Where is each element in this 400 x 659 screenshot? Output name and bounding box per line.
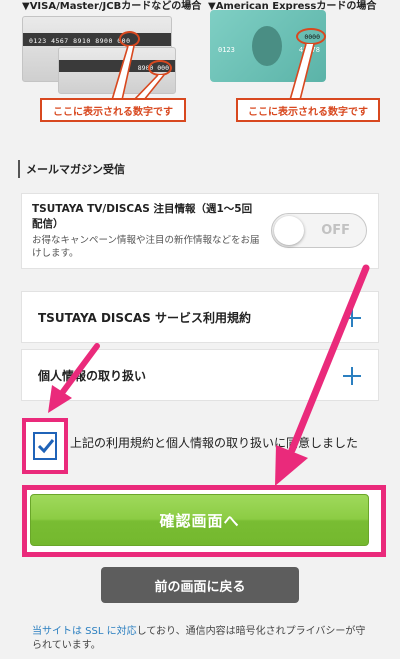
ssl-link[interactable]: 当サイトは SSL に対応 xyxy=(32,626,137,637)
amex-code-callout: ここに表示される数字です xyxy=(236,98,380,122)
plus-icon[interactable] xyxy=(343,309,361,327)
mail-magazine-heading: メールマガジン受信 xyxy=(18,160,125,178)
mail-magazine-description: お得なキャンペーン情報や注目の新作情報などをお届けします。 xyxy=(32,235,260,259)
arrow-head-confirm xyxy=(275,445,308,486)
agreement-checkbox-highlight xyxy=(22,418,68,474)
ssl-notice: 当サイトは SSL に対応しており、通信内容は暗号化されプライバシーが守られてい… xyxy=(32,625,372,653)
back-button[interactable]: 前の画面に戻る xyxy=(101,567,299,603)
toggle-knob xyxy=(274,216,304,245)
confirm-button[interactable]: 確認画面へ xyxy=(30,494,369,546)
mail-magazine-row: TSUTAYA TV/DISCAS 注目情報（週1〜5回配信） お得なキャンペー… xyxy=(21,193,379,269)
security-code-guide: ▼VISA/Master/JCBカードなどの場合 ▼American Expre… xyxy=(0,0,400,135)
checkmark-icon xyxy=(37,439,55,454)
agreement-checkbox[interactable] xyxy=(33,432,57,460)
privacy-accordion[interactable]: 個人情報の取り扱い xyxy=(21,349,379,401)
plus-icon[interactable] xyxy=(343,367,361,385)
privacy-accordion-label: 個人情報の取り扱い xyxy=(38,368,147,383)
mail-magazine-title: TSUTAYA TV/DISCAS 注目情報（週1〜5回配信） xyxy=(32,203,253,230)
visa-code-callout: ここに表示される数字です xyxy=(40,98,186,122)
mail-magazine-toggle[interactable]: OFF xyxy=(271,213,367,248)
terms-accordion-label: TSUTAYA DISCAS サービス利用規約 xyxy=(38,310,251,325)
agreement-label[interactable]: 上記の利用規約と個人情報の取り扱いに同意しました xyxy=(70,434,358,451)
toggle-state-label: OFF xyxy=(321,223,350,238)
terms-accordion[interactable]: TSUTAYA DISCAS サービス利用規約 xyxy=(21,291,379,343)
